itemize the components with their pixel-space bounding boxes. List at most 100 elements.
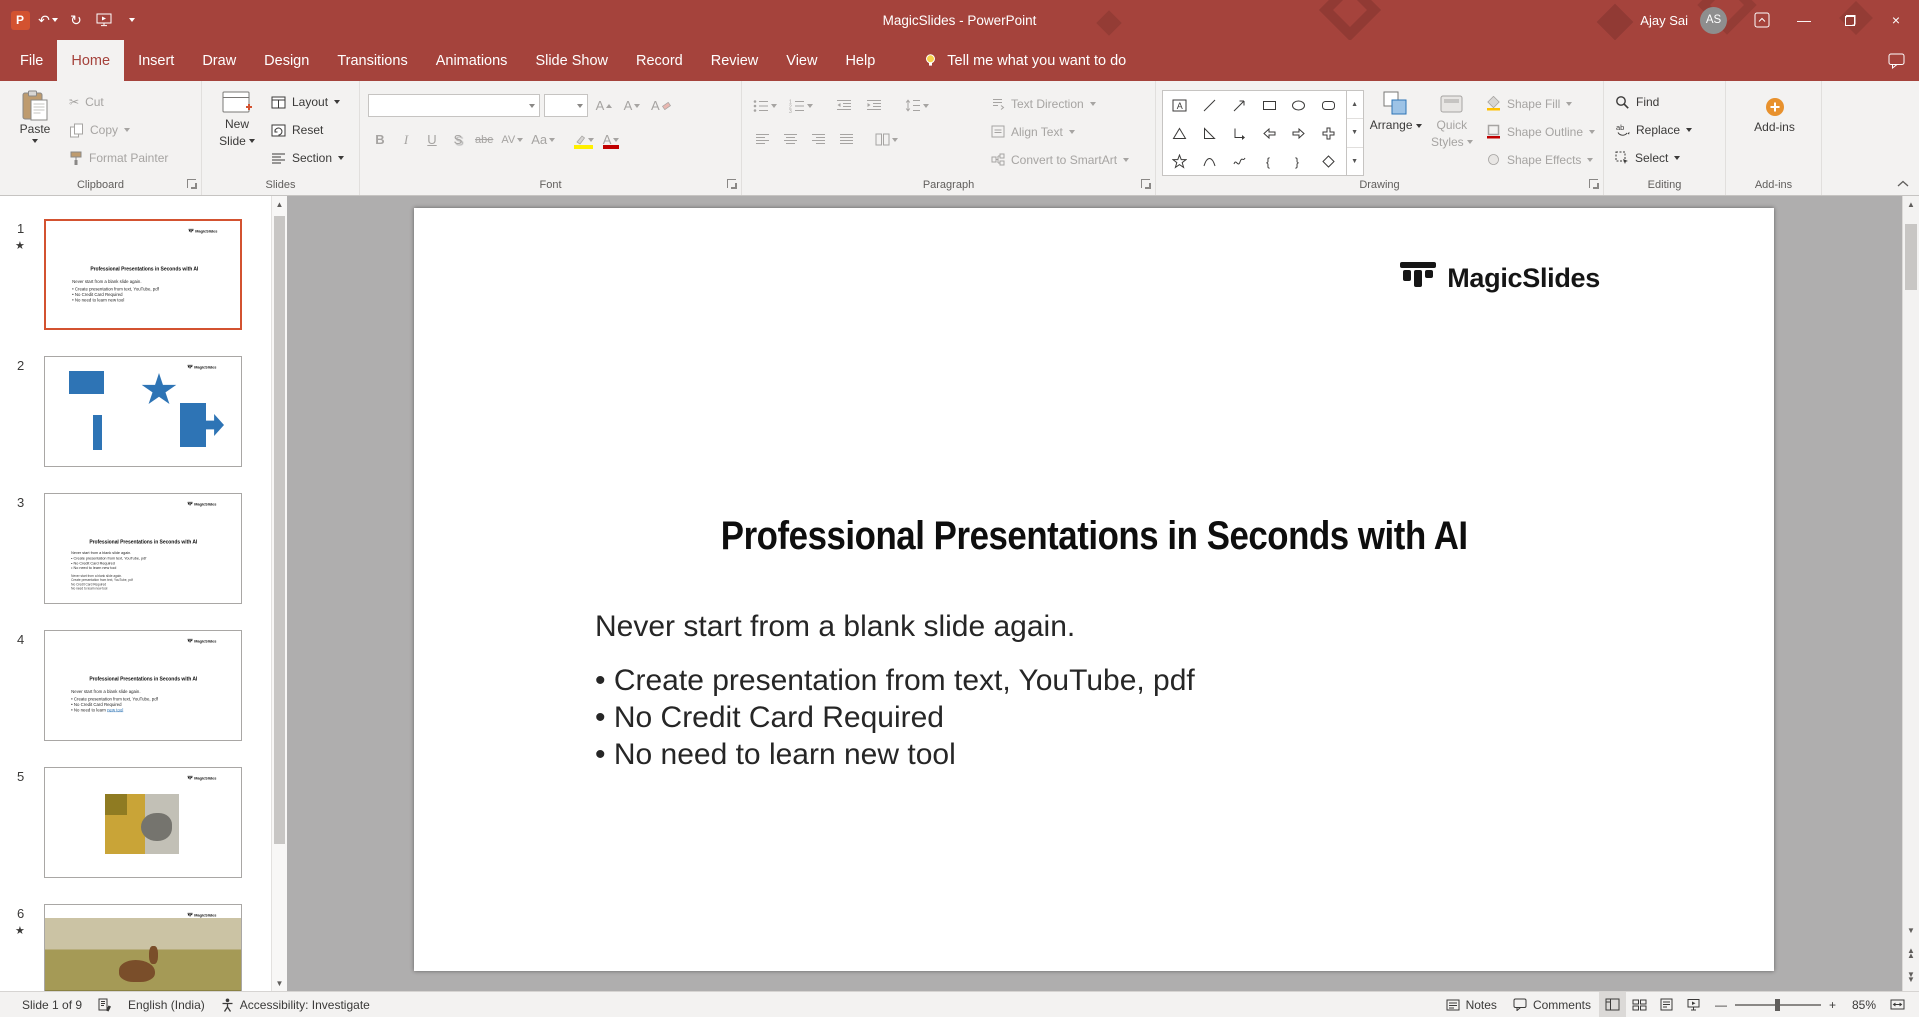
section-button[interactable]: Section [266, 146, 349, 170]
minimize-button[interactable]: — [1781, 0, 1827, 40]
slide-canvas[interactable]: MagicSlides Professional Presentations i… [414, 208, 1774, 971]
strikethrough-button[interactable]: abe [472, 128, 496, 151]
share-comments-area[interactable] [1888, 40, 1919, 81]
layout-button[interactable]: Layout [266, 90, 349, 114]
next-slide-button[interactable]: ▼ ▼ [1903, 968, 1919, 985]
slide-thumbnail-1[interactable]: MagicSlides Professional Presentations i… [44, 219, 242, 330]
increase-font-size-button[interactable]: A [592, 94, 616, 117]
diamond-shape[interactable] [1321, 154, 1336, 169]
paragraph-dialog-launcher[interactable] [1141, 179, 1151, 189]
paste-button[interactable]: Paste [6, 85, 64, 173]
ribbon-display-options-button[interactable] [1743, 0, 1781, 40]
format-painter-button[interactable]: Format Painter [64, 146, 173, 170]
decrease-font-size-button[interactable]: A [620, 94, 644, 117]
add-ins-button[interactable]: Add-ins [1746, 85, 1804, 173]
proofing-status-button[interactable] [90, 992, 120, 1017]
tab-animations[interactable]: Animations [422, 40, 522, 81]
undo-button[interactable]: ↶ [36, 7, 60, 33]
font-size-combobox[interactable] [544, 94, 588, 117]
shapes-scroll-up[interactable]: ▲ [1346, 91, 1363, 120]
find-button[interactable]: Find [1610, 90, 1697, 114]
text-shadow-button[interactable]: S [446, 128, 470, 151]
arrange-button[interactable]: Arrange [1368, 85, 1424, 173]
rounded-rectangle-shape[interactable] [1321, 98, 1336, 113]
tab-transitions[interactable]: Transitions [323, 40, 421, 81]
justify-button[interactable] [834, 128, 858, 151]
tab-insert[interactable]: Insert [124, 40, 188, 81]
convert-to-smartart-button[interactable]: Convert to SmartArt [987, 147, 1133, 172]
customize-qat-button[interactable] [120, 7, 144, 33]
oval-shape[interactable] [1291, 98, 1306, 113]
shape-fill-button[interactable]: Shape Fill [1482, 91, 1599, 116]
scrollbar-thumb[interactable] [274, 216, 285, 844]
character-spacing-button[interactable]: AV [498, 128, 526, 151]
thumbnail-scrollbar[interactable]: ▲ ▼ [271, 196, 287, 991]
powerpoint-app-icon[interactable]: P [8, 7, 32, 33]
slide-thumbnail-2[interactable]: MagicSlides [44, 356, 242, 467]
clipboard-dialog-launcher[interactable] [187, 179, 197, 189]
replace-button[interactable]: ab Replace [1610, 118, 1697, 142]
columns-button[interactable] [872, 128, 901, 151]
tab-draw[interactable]: Draw [188, 40, 250, 81]
line-shape[interactable] [1202, 98, 1217, 113]
zoom-slider[interactable] [1734, 998, 1821, 1011]
accessibility-status-button[interactable]: Accessibility: Investigate [213, 992, 378, 1017]
bullets-button[interactable] [750, 94, 780, 117]
triangle-shape[interactable] [1172, 126, 1187, 141]
text-box-shape[interactable]: A [1172, 98, 1187, 113]
magicslides-logo[interactable]: MagicSlides [1399, 262, 1600, 294]
slide-sorter-view-button[interactable] [1626, 992, 1653, 1017]
align-left-button[interactable] [750, 128, 774, 151]
reset-button[interactable]: Reset [266, 118, 349, 142]
numbering-button[interactable]: 123 [786, 94, 816, 117]
align-center-button[interactable] [778, 128, 802, 151]
language-status-button[interactable]: English (India) [120, 992, 213, 1017]
text-highlight-color-button[interactable] [570, 128, 597, 151]
avatar[interactable]: AS [1700, 6, 1727, 34]
zoom-slider-thumb[interactable] [1774, 998, 1780, 1011]
scribble-shape[interactable] [1232, 154, 1247, 169]
notes-button[interactable]: Notes [1438, 992, 1505, 1017]
text-direction-button[interactable]: Text Direction [987, 91, 1133, 116]
tab-view[interactable]: View [772, 40, 831, 81]
slide-title[interactable]: Professional Presentations in Seconds wi… [414, 514, 1774, 559]
slide-thumbnail-5[interactable]: MagicSlides [44, 767, 242, 878]
left-arrow-shape[interactable] [1262, 126, 1277, 141]
start-slideshow-button[interactable] [92, 7, 116, 33]
collapse-ribbon-button[interactable] [1897, 180, 1909, 187]
curve-shape[interactable] [1202, 154, 1217, 169]
left-brace-shape[interactable]: { [1262, 154, 1277, 169]
shape-outline-button[interactable]: Shape Outline [1482, 119, 1599, 144]
clear-formatting-button[interactable]: A [648, 94, 674, 117]
shapes-more-button[interactable]: ▼ [1347, 148, 1363, 175]
scroll-down-arrow[interactable]: ▼ [272, 975, 287, 991]
scrollbar-thumb[interactable] [1905, 224, 1917, 290]
restore-button[interactable] [1827, 0, 1873, 40]
slide-body[interactable]: Never start from a blank slide again. Cr… [595, 608, 1195, 773]
rectangle-shape[interactable] [1262, 98, 1277, 113]
scroll-up-arrow[interactable]: ▲ [272, 196, 287, 212]
redo-button[interactable]: ↻ [64, 7, 88, 33]
font-dialog-launcher[interactable] [727, 179, 737, 189]
underline-button[interactable]: U [420, 128, 444, 151]
slide-thumbnail-3[interactable]: MagicSlides Professional Presentations i… [44, 493, 242, 604]
scroll-up-arrow[interactable]: ▲ [1903, 196, 1919, 212]
copy-button[interactable]: Copy [64, 118, 173, 142]
font-name-combobox[interactable] [368, 94, 540, 117]
zoom-level-button[interactable]: 85% [1844, 992, 1884, 1017]
font-color-button[interactable]: A [599, 128, 623, 151]
align-right-button[interactable] [806, 128, 830, 151]
plus-shape[interactable] [1321, 126, 1336, 141]
tab-file[interactable]: File [6, 40, 57, 81]
right-arrow-shape[interactable] [1291, 126, 1306, 141]
shapes-scroll-down[interactable]: ▼ [1346, 119, 1363, 148]
tab-record[interactable]: Record [622, 40, 697, 81]
decrease-indent-button[interactable] [832, 94, 856, 117]
elbow-connector-shape[interactable] [1232, 126, 1247, 141]
account-name[interactable]: Ajay Sai [1640, 13, 1688, 28]
tab-help[interactable]: Help [831, 40, 889, 81]
normal-view-button[interactable] [1598, 992, 1626, 1017]
quick-styles-button[interactable]: Quick Styles [1424, 85, 1480, 173]
right-triangle-shape[interactable] [1202, 126, 1217, 141]
italic-button[interactable]: I [394, 128, 418, 151]
